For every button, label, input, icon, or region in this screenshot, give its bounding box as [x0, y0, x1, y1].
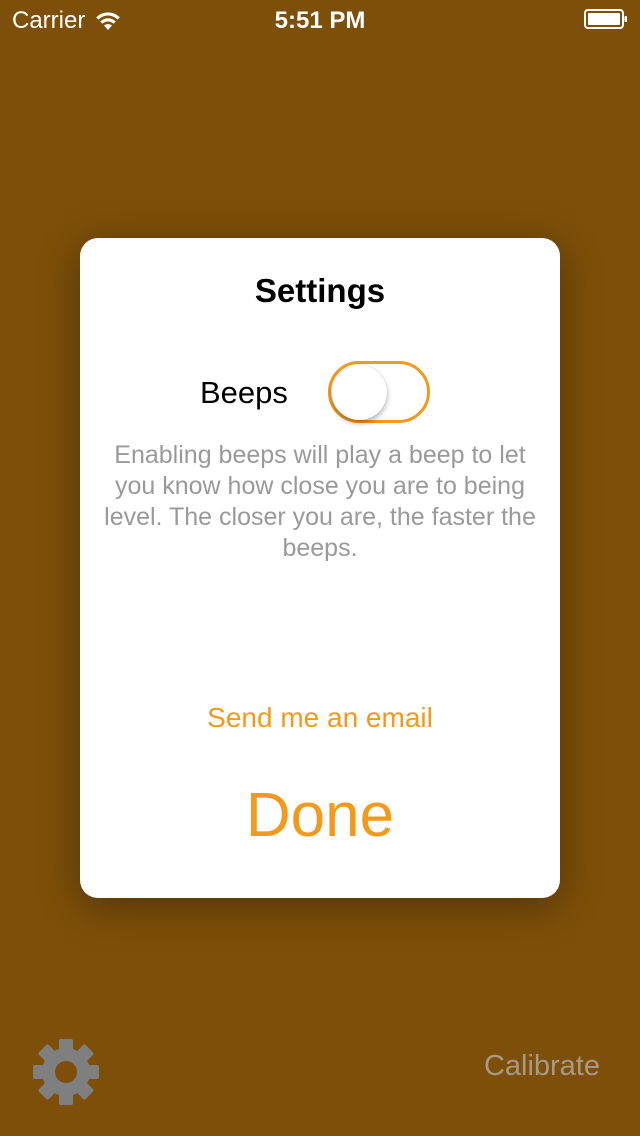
- beeps-description: Enabling beeps will play a beep to let y…: [104, 441, 536, 562]
- beeps-setting-row: Beeps: [0, 361, 640, 425]
- gear-icon[interactable]: [32, 1038, 100, 1106]
- calibrate-button[interactable]: Calibrate: [484, 1050, 600, 1083]
- beeps-label: Beeps: [200, 375, 288, 410]
- modal-title: Settings: [254, 272, 386, 309]
- beeps-toggle[interactable]: [328, 361, 430, 423]
- status-time: 5:51 PM: [274, 7, 366, 34]
- send-email-link[interactable]: Send me an email: [0, 702, 640, 734]
- battery-icon: [584, 9, 627, 29]
- done-button[interactable]: Done: [200, 780, 440, 851]
- status-bar: Carrier 5:51 PM: [0, 0, 640, 40]
- screen: Carrier 5:51 PM Settings Beeps Enabling …: [0, 0, 640, 1136]
- toggle-knob: [332, 365, 387, 420]
